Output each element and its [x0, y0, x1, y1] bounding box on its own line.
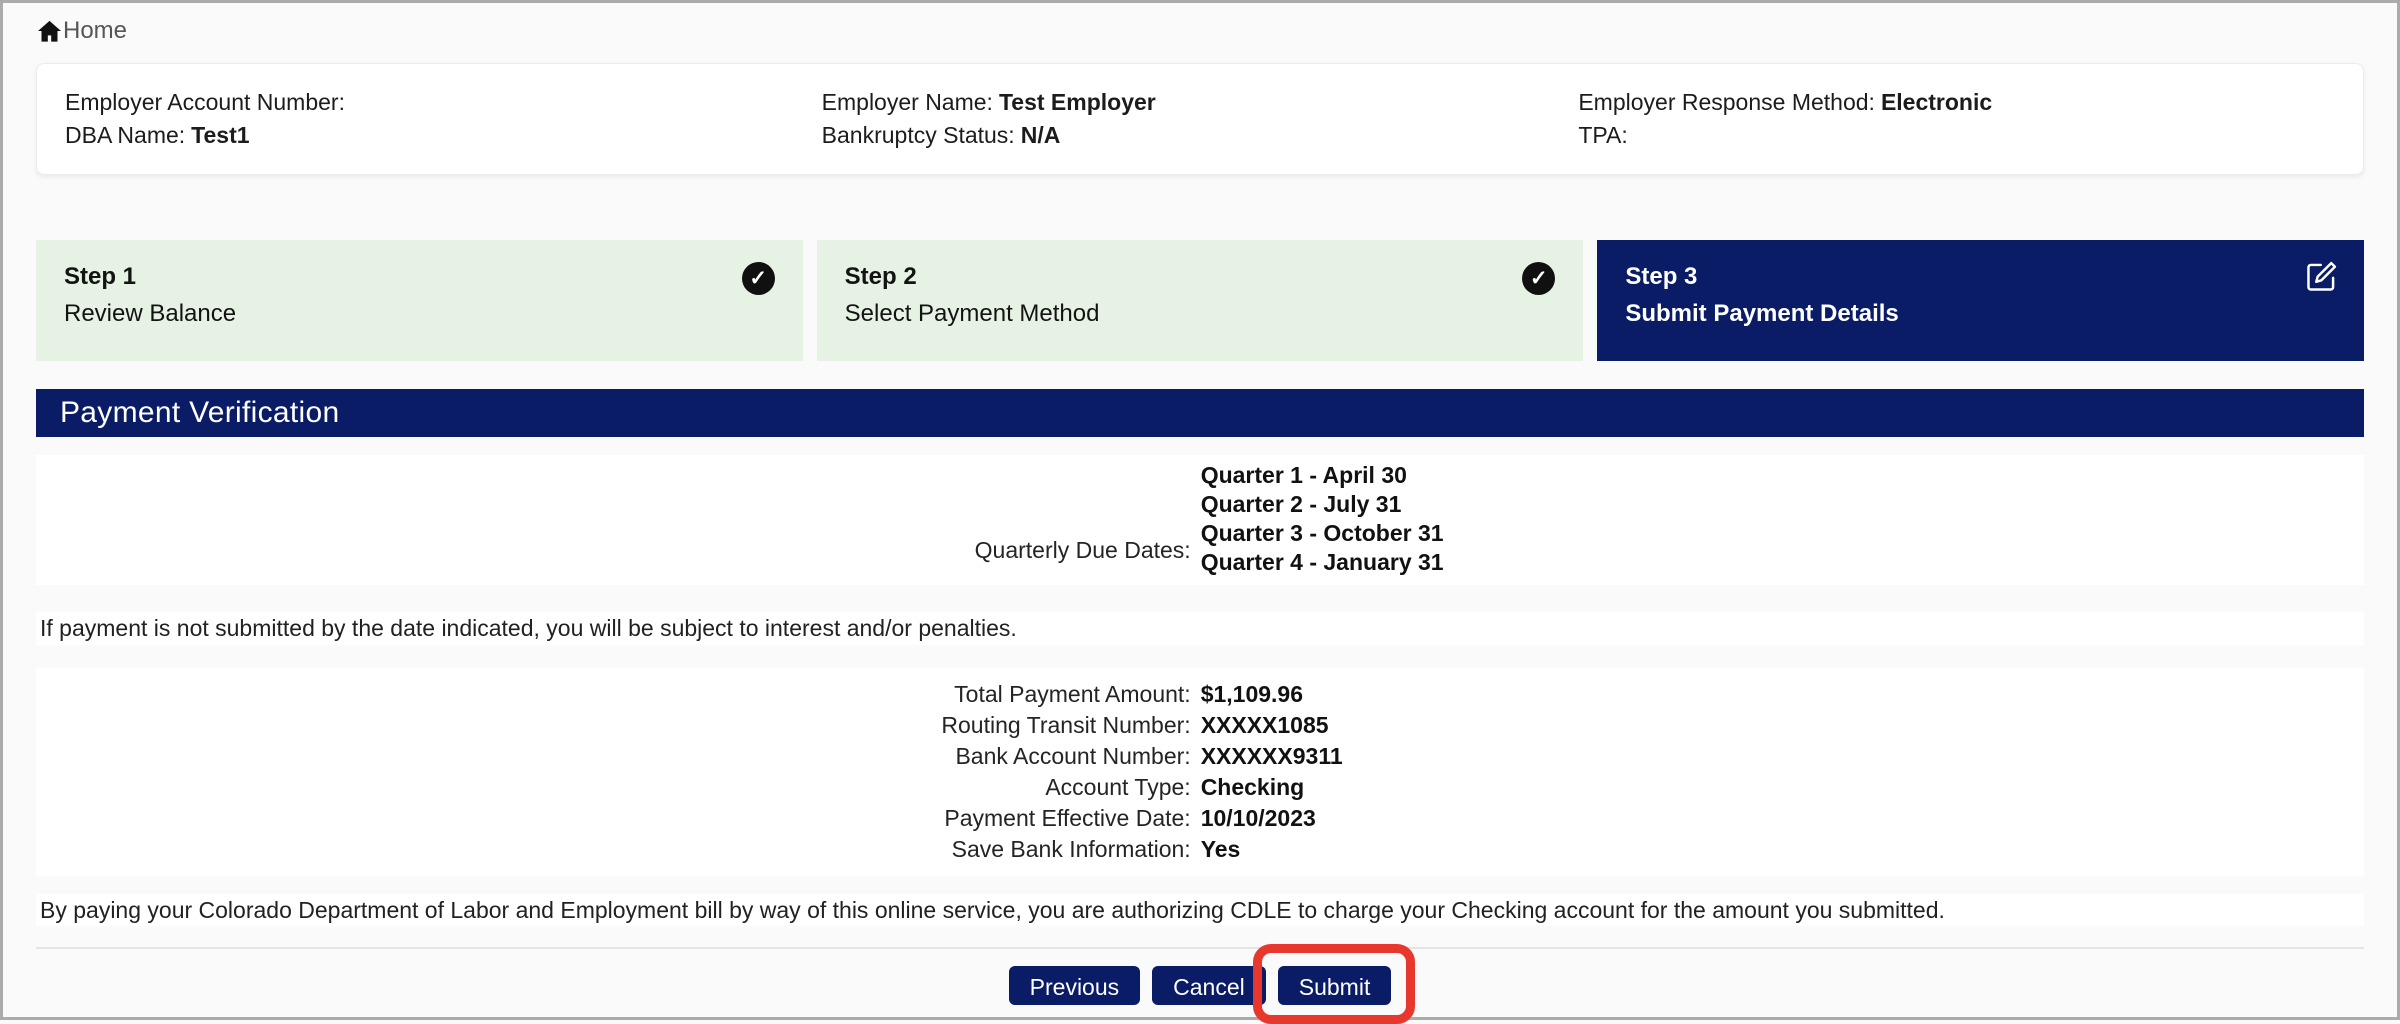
- quarterly-due-dates-section: Quarterly Due Dates: Quarter 1 - April 3…: [36, 455, 2364, 585]
- employer-info-col-3: Employer Response Method:Electronic TPA:: [1578, 86, 2335, 152]
- account-type-row: Account Type: Checking: [36, 772, 2364, 803]
- cancel-button[interactable]: Cancel: [1152, 966, 1266, 1005]
- step-1-review-balance: Step 1 Review Balance ✓: [36, 240, 803, 361]
- edit-pencil-square-icon: [2306, 260, 2338, 292]
- quarter-4-due-date: Quarter 4 - January 31: [1201, 548, 1444, 577]
- breadcrumb-home-link[interactable]: Home: [63, 17, 127, 45]
- step-2-title: Step 2: [845, 262, 1556, 292]
- step-tracker: Step 1 Review Balance ✓ Step 2 Select Pa…: [36, 240, 2364, 361]
- step-1-title: Step 1: [64, 262, 775, 292]
- quarterly-due-dates-values: Quarter 1 - April 30 Quarter 2 - July 31…: [1201, 461, 1444, 577]
- quarter-3-due-date: Quarter 3 - October 31: [1201, 519, 1444, 548]
- dba-name: DBA Name:Test1: [65, 121, 822, 150]
- payment-wizard-page: Home Employer Account Number: DBA Name:T…: [3, 15, 2397, 1005]
- employer-info-col-1: Employer Account Number: DBA Name:Test1: [65, 86, 822, 152]
- step-1-subtitle: Review Balance: [64, 299, 775, 329]
- footer-divider: [36, 947, 2364, 949]
- employer-info-col-2: Employer Name:Test Employer Bankruptcy S…: [822, 86, 1579, 152]
- save-bank-information-row: Save Bank Information: Yes: [36, 834, 2364, 865]
- employer-info-card: Employer Account Number: DBA Name:Test1 …: [36, 63, 2364, 175]
- quarterly-due-dates-label: Quarterly Due Dates:: [36, 461, 1191, 577]
- quarter-1-due-date: Quarter 1 - April 30: [1201, 461, 1444, 490]
- step-3-title: Step 3: [1625, 262, 2336, 292]
- step-2-select-payment-method: Step 2 Select Payment Method ✓: [817, 240, 1584, 361]
- submit-button-wrapper: Submit: [1278, 966, 1392, 1005]
- employer-response-method: Employer Response Method:Electronic: [1578, 88, 2335, 117]
- total-payment-amount-row: Total Payment Amount: $1,109.96: [36, 679, 2364, 710]
- bank-account-number-row: Bank Account Number: XXXXXX9311: [36, 741, 2364, 772]
- payment-details-section: Total Payment Amount: $1,109.96 Routing …: [36, 668, 2364, 876]
- employer-account-number: Employer Account Number:: [65, 88, 822, 117]
- previous-button[interactable]: Previous: [1009, 966, 1140, 1005]
- authorization-statement: By paying your Colorado Department of La…: [36, 894, 2364, 926]
- step-3-submit-payment-details: Step 3 Submit Payment Details: [1597, 240, 2364, 361]
- check-circle-icon: ✓: [742, 262, 775, 295]
- step-3-subtitle: Submit Payment Details: [1625, 299, 2336, 329]
- payment-verification-header: Payment Verification: [36, 389, 2364, 437]
- submit-button[interactable]: Submit: [1278, 966, 1392, 1005]
- tpa: TPA:: [1578, 121, 2335, 150]
- payment-effective-date-row: Payment Effective Date: 10/10/2023: [36, 803, 2364, 834]
- home-icon[interactable]: [36, 18, 63, 45]
- employer-name: Employer Name:Test Employer: [822, 88, 1579, 117]
- bankruptcy-status: Bankruptcy Status:N/A: [822, 121, 1579, 150]
- penalty-notice: If payment is not submitted by the date …: [36, 612, 2364, 645]
- quarter-2-due-date: Quarter 2 - July 31: [1201, 490, 1444, 519]
- step-2-subtitle: Select Payment Method: [845, 299, 1556, 329]
- action-buttons: Previous Cancel Submit: [36, 966, 2364, 1005]
- breadcrumb: Home: [36, 15, 2364, 47]
- routing-transit-number-row: Routing Transit Number: XXXXX1085: [36, 710, 2364, 741]
